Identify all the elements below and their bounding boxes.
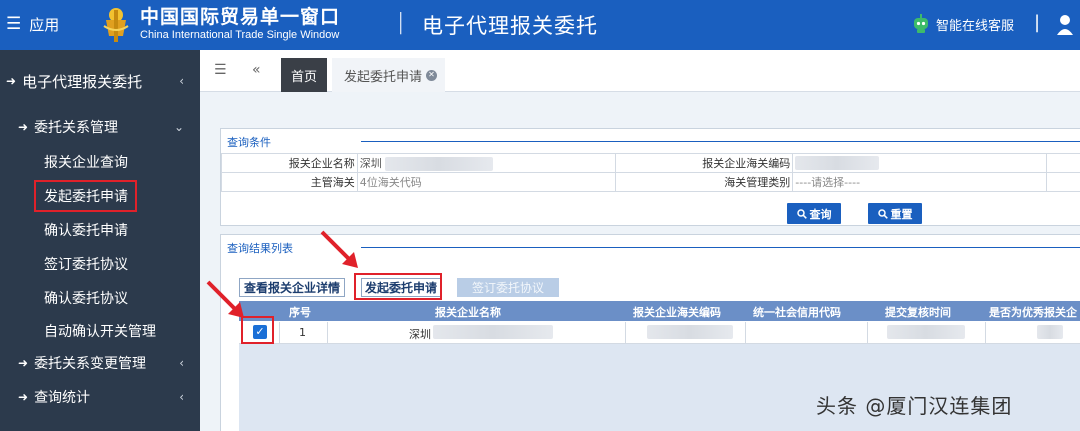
watermark: 头条 @厦门汉连集团	[816, 394, 1013, 418]
annotation-arrow-icon	[206, 280, 244, 318]
header-separator-2: |	[1034, 12, 1041, 33]
col-divider	[745, 322, 746, 344]
sidebar-subitem-sign-agreement[interactable]: 签订委托协议	[44, 254, 128, 274]
highlight-box-apply-button	[354, 273, 442, 300]
highlight-box-sidebar	[34, 180, 137, 212]
tab-list-icon[interactable]: ☰	[214, 62, 227, 78]
sign-agreement-button[interactable]: 签订委托协议	[457, 278, 559, 297]
annotation-arrow-icon	[320, 230, 358, 268]
view-broker-detail-button[interactable]: 查看报关企业详情	[239, 278, 345, 297]
app-menu-toggle[interactable]: ☰ 应用	[6, 14, 59, 35]
user-icon[interactable]	[1056, 14, 1074, 36]
col-header-index: 序号	[289, 306, 311, 319]
customs-input[interactable]: 4位海关代码	[356, 172, 616, 192]
form-cell-empty	[1046, 153, 1080, 173]
col-divider	[625, 322, 626, 344]
app-header: ☰ 应用 中国国际贸易单一窗口 China International Trad…	[0, 0, 1080, 50]
header-separator: |	[397, 10, 405, 35]
customs-label: 主管海关	[221, 172, 358, 192]
query-panel: 查询条件 报关企业名称 深圳 报关企业海关编码 主管海关 4位海关代码 海关管理…	[220, 128, 1080, 226]
tab-label: 首页	[290, 69, 317, 85]
customs-emblem-icon	[103, 8, 129, 42]
col-divider	[279, 322, 280, 344]
search-button-label: 查询	[809, 207, 832, 221]
sign-in-icon: ➜	[18, 356, 29, 370]
col-header-submit-time: 提交复核时间	[885, 306, 951, 319]
reset-button-label: 重置	[890, 207, 913, 221]
result-grid-header: 序号 报关企业名称 报关企业海关编码 统一社会信用代码 提交复核时间 是否为优秀…	[239, 301, 1080, 321]
legend-divider	[361, 141, 1080, 142]
query-form: 报关企业名称 深圳 报关企业海关编码 主管海关 4位海关代码 海关管理类别 --…	[221, 153, 1080, 192]
brand-title: 中国国际贸易单一窗口	[140, 6, 341, 28]
sidebar-item-label: 电子代理报关委托	[22, 72, 143, 91]
sidebar-subitem-broker-query[interactable]: 报关企业查询	[44, 152, 128, 172]
sidebar-item-relation-change[interactable]: ➜ 委托关系变更管理 ‹	[0, 346, 200, 380]
sidebar-item-statistics[interactable]: ➜ 查询统计 ‹	[0, 380, 200, 414]
table-row[interactable]: ✓ 1 深圳	[239, 322, 1080, 344]
redacted-text	[795, 156, 880, 170]
sidebar-subitem-confirm-agreement[interactable]: 确认委托协议	[44, 288, 128, 308]
brand-subtitle: China International Trade Single Window	[140, 29, 340, 41]
col-header-credit-code: 统一社会信用代码	[753, 306, 841, 319]
category-label: 海关管理类别	[614, 172, 794, 192]
search-icon	[877, 208, 888, 219]
close-icon[interactable]: ✕	[426, 69, 438, 81]
form-cell-empty	[1046, 172, 1080, 192]
row-company: 深圳	[409, 328, 431, 341]
reset-button[interactable]: 重置	[868, 203, 922, 224]
online-service-label: 智能在线客服	[936, 18, 1015, 34]
sign-in-icon: ➜	[18, 390, 29, 404]
tab-bar: ☰ « 首页 发起委托申请 ✕	[200, 50, 1080, 92]
hamburger-icon: ☰	[6, 14, 22, 34]
subsystem-title: 电子代理报关委托	[422, 14, 598, 38]
redacted-text	[647, 325, 733, 339]
robot-icon	[914, 14, 928, 33]
chevron-left-icon: ‹	[179, 74, 184, 88]
col-header-company: 报关企业名称	[435, 306, 501, 319]
tab-label: 发起委托申请	[344, 69, 423, 85]
sidebar-item-label: 查询统计	[34, 390, 91, 406]
customs-code-input[interactable]	[792, 153, 1048, 173]
sidebar: ➜ 电子代理报关委托 ‹ ➜ 委托关系管理 ⌄ 报关企业查询 发起委托申请 确认…	[0, 50, 200, 431]
tab-home[interactable]: 首页	[281, 58, 327, 92]
col-divider	[985, 322, 986, 344]
chevron-down-icon: ⌄	[173, 120, 184, 134]
sidebar-subitem-auto-confirm[interactable]: 自动确认开关管理	[44, 321, 156, 341]
col-header-customs-code: 报关企业海关编码	[633, 306, 721, 319]
online-service-link[interactable]: 智能在线客服	[912, 14, 1014, 34]
category-select[interactable]: ----请选择----	[792, 172, 1048, 192]
redacted-text	[385, 157, 494, 171]
brand-block: 中国国际贸易单一窗口 China International Trade Sin…	[140, 6, 340, 42]
customs-code-label: 报关企业海关编码	[614, 153, 794, 173]
sidebar-item-e-agency[interactable]: ➜ 电子代理报关委托 ‹	[0, 64, 200, 98]
sign-in-icon: ➜	[6, 74, 17, 88]
chevron-left-icon: ‹	[179, 390, 184, 404]
result-legend: 查询结果列表	[227, 240, 299, 256]
col-divider	[867, 322, 868, 344]
company-name-input[interactable]: 深圳	[356, 153, 616, 173]
search-button[interactable]: 查询	[787, 203, 841, 224]
company-name-label: 报关企业名称	[221, 153, 358, 173]
redacted-text	[887, 325, 965, 339]
double-chevron-left-icon[interactable]: «	[252, 62, 261, 78]
tab-initiate-application[interactable]: 发起委托申请 ✕	[332, 58, 446, 92]
query-legend: 查询条件	[227, 134, 277, 150]
sign-in-icon: ➜	[18, 120, 29, 134]
redacted-text	[1037, 325, 1063, 339]
col-divider	[327, 322, 328, 344]
row-index: 1	[299, 326, 306, 339]
legend-divider	[361, 247, 1080, 248]
app-menu-label: 应用	[29, 16, 60, 34]
chevron-left-icon: ‹	[179, 356, 184, 370]
redacted-text	[433, 325, 553, 339]
company-name-value: 深圳	[359, 157, 382, 170]
sidebar-item-label: 委托关系管理	[34, 120, 119, 136]
sidebar-item-label: 委托关系变更管理	[34, 356, 147, 372]
search-icon	[796, 208, 807, 219]
col-header-excellent: 是否为优秀报关企	[989, 306, 1077, 319]
sidebar-subitem-confirm-application[interactable]: 确认委托申请	[44, 220, 128, 240]
sidebar-item-relation-mgmt[interactable]: ➜ 委托关系管理 ⌄	[0, 110, 200, 144]
